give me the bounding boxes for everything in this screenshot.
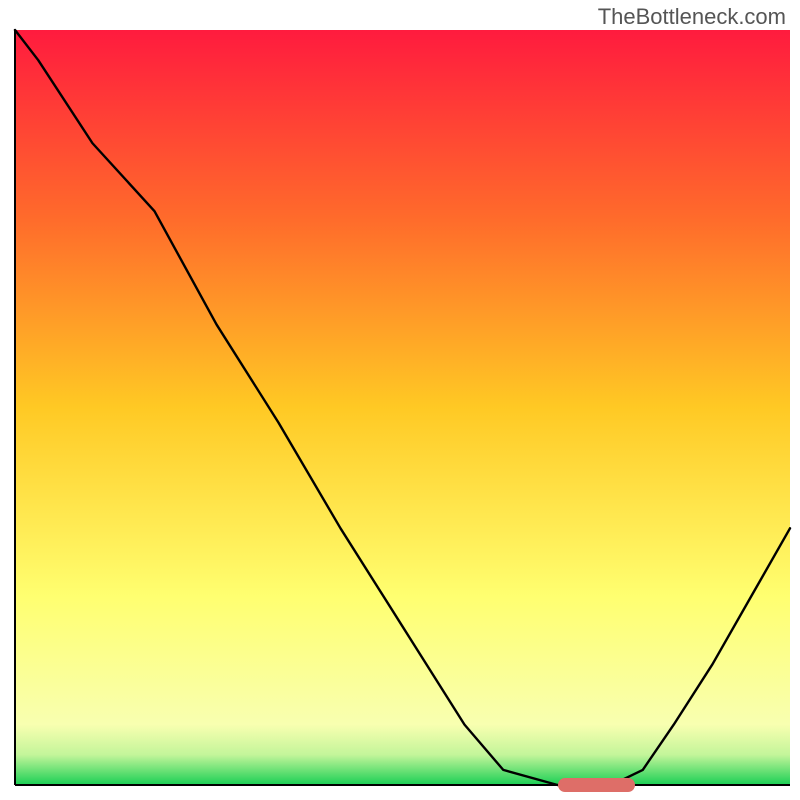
plot-background	[15, 30, 790, 785]
chart-svg	[0, 0, 800, 800]
threshold-marker	[558, 778, 636, 792]
bottleneck-chart: TheBottleneck.com	[0, 0, 800, 800]
plot-bottom-strip	[0, 785, 800, 800]
watermark: TheBottleneck.com	[598, 4, 786, 30]
